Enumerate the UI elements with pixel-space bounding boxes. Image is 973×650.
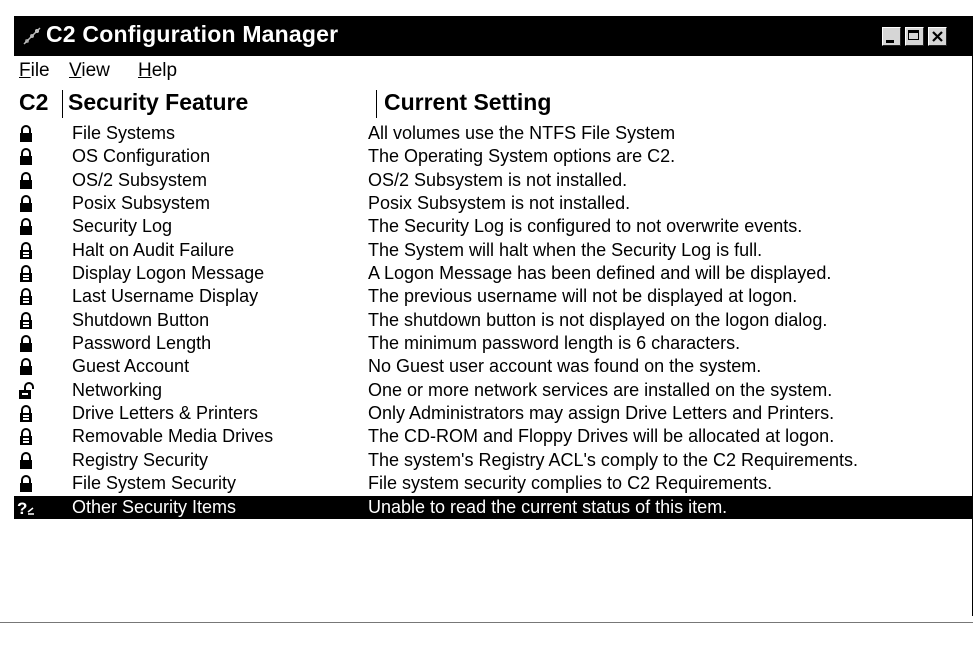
- current-setting: Unable to read the current status of thi…: [368, 496, 728, 517]
- security-feature-list: File Systems All volumes use the NTFS Fil…: [14, 122, 972, 519]
- current-setting: The System will halt when the Security L…: [368, 239, 763, 260]
- feature-name: File System Security: [72, 473, 237, 494]
- feature-name: Password Length: [72, 333, 212, 354]
- lock-outline-icon: [16, 264, 36, 284]
- column-divider[interactable]: [62, 90, 63, 118]
- current-setting: The previous username will not be displa…: [368, 286, 798, 307]
- current-setting: No Guest user account was found on the s…: [368, 356, 762, 377]
- svg-text:?: ?: [17, 499, 27, 518]
- lock-closed-icon: [16, 357, 36, 377]
- list-item[interactable]: Guest Account No Guest user account was f…: [14, 355, 972, 378]
- lock-closed-icon: [16, 217, 36, 237]
- current-setting: The CD-ROM and Floppy Drives will be all…: [368, 426, 835, 447]
- window-title: C2 Configuration Manager: [46, 21, 339, 47]
- close-icon: [932, 31, 943, 42]
- column-headers: C2 Security Feature Current Setting: [14, 87, 972, 120]
- menu-help-rest: elp: [151, 60, 178, 81]
- feature-name: OS Configuration: [72, 146, 211, 167]
- minimize-button[interactable]: [882, 27, 901, 46]
- lock-closed-icon: [16, 474, 36, 494]
- list-item[interactable]: OS/2 Subsystem OS/2 Subsystem is not inst…: [14, 169, 972, 192]
- list-item[interactable]: Shutdown Button The shutdown button is no…: [14, 309, 972, 332]
- list-item[interactable]: ? Other Security Items Unable to read the …: [14, 495, 972, 519]
- maximize-button[interactable]: [905, 27, 924, 46]
- current-setting: The system's Registry ACL's comply to th…: [368, 449, 859, 470]
- list-item[interactable]: Removable Media Drives The CD-ROM and Flo…: [14, 425, 972, 448]
- list-item[interactable]: OS Configuration The Operating System opt…: [14, 145, 972, 168]
- list-item[interactable]: Registry Security The system's Registry A…: [14, 449, 972, 472]
- current-setting: The Security Log is configured to not ov…: [368, 216, 803, 237]
- feature-name: Last Username Display: [72, 286, 259, 307]
- app-icon: [23, 27, 41, 45]
- current-setting: The shutdown button is not displayed on …: [368, 309, 828, 330]
- current-setting: All volumes use the NTFS File System: [368, 123, 676, 143]
- column-header-c2[interactable]: C2: [19, 89, 48, 116]
- list-item[interactable]: Password Length The minimum password leng…: [14, 332, 972, 355]
- menu-file-accel: F: [19, 60, 31, 81]
- current-setting: The Operating System options are C2.: [368, 146, 676, 167]
- menu-file-rest: ile: [30, 60, 50, 81]
- lock-closed-icon: [16, 334, 36, 354]
- menu-view-rest: iew: [81, 60, 110, 81]
- lock-closed-icon: [16, 194, 36, 214]
- current-setting: The minimum password length is 6 charact…: [368, 333, 741, 354]
- list-item[interactable]: Display Logon Message A Logon Message has…: [14, 262, 972, 285]
- feature-name: Guest Account: [72, 356, 190, 377]
- column-divider[interactable]: [376, 90, 377, 118]
- list-item[interactable]: Security Log The Security Log is configur…: [14, 215, 972, 238]
- feature-name: Display Logon Message: [72, 263, 265, 284]
- list-item[interactable]: Networking One or more network services a…: [14, 379, 972, 402]
- feature-name: Security Log: [72, 216, 173, 237]
- menu-help[interactable]: Help: [138, 60, 177, 82]
- current-setting: File system security complies to C2 Requ…: [368, 473, 773, 494]
- menu-bar: File View Help: [14, 56, 972, 86]
- list-item[interactable]: File System Security File system security…: [14, 472, 972, 495]
- lock-outline-icon: [16, 311, 36, 331]
- current-setting: OS/2 Subsystem is not installed.: [368, 169, 628, 190]
- lock-closed-icon: [16, 451, 36, 471]
- feature-name: Posix Subsystem: [72, 193, 211, 214]
- column-header-setting[interactable]: Current Setting: [384, 89, 551, 116]
- menu-view-accel: V: [69, 60, 82, 81]
- question-mark-icon: ?: [16, 498, 36, 518]
- feature-name: OS/2 Subsystem: [72, 169, 208, 190]
- feature-name: Removable Media Drives: [72, 426, 274, 447]
- feature-name: File Systems: [72, 123, 176, 143]
- feature-name: Other Security Items: [72, 496, 237, 517]
- current-setting: Posix Subsystem is not installed.: [368, 193, 631, 214]
- lock-outline-icon: [16, 287, 36, 307]
- c2-config-window: C2 Configuration Manager File View Help …: [14, 16, 973, 616]
- title-bar[interactable]: C2 Configuration Manager: [14, 16, 972, 56]
- column-header-feature[interactable]: Security Feature: [68, 89, 248, 116]
- list-item[interactable]: Last Username Display The previous userna…: [14, 285, 972, 308]
- lock-outline-icon: [16, 404, 36, 424]
- menu-help-accel: H: [138, 60, 152, 81]
- status-bar-divider: [0, 622, 973, 623]
- menu-file[interactable]: File: [19, 60, 50, 82]
- lock-open-icon: [16, 381, 36, 401]
- feature-name: Networking: [72, 379, 163, 400]
- current-setting: One or more network services are install…: [368, 379, 833, 400]
- lock-closed-icon: [16, 147, 36, 167]
- list-item[interactable]: Posix Subsystem Posix Subsystem is not in…: [14, 192, 972, 215]
- feature-name: Shutdown Button: [72, 309, 210, 330]
- list-item[interactable]: Drive Letters & Printers Only Administrat…: [14, 402, 972, 425]
- close-button[interactable]: [928, 27, 947, 46]
- lock-outline-icon: [16, 427, 36, 447]
- current-setting: A Logon Message has been defined and wil…: [368, 263, 832, 284]
- feature-name: Halt on Audit Failure: [72, 239, 235, 260]
- lock-closed-icon: [16, 124, 36, 144]
- list-item[interactable]: File Systems All volumes use the NTFS Fil…: [14, 122, 972, 145]
- feature-name: Registry Security: [72, 449, 209, 470]
- current-setting: Only Administrators may assign Drive Let…: [368, 403, 835, 424]
- menu-view[interactable]: View: [69, 60, 110, 82]
- lock-outline-icon: [16, 241, 36, 261]
- list-item[interactable]: Halt on Audit Failure The System will hal…: [14, 239, 972, 262]
- lock-closed-icon: [16, 171, 36, 191]
- feature-name: Drive Letters & Printers: [72, 403, 259, 424]
